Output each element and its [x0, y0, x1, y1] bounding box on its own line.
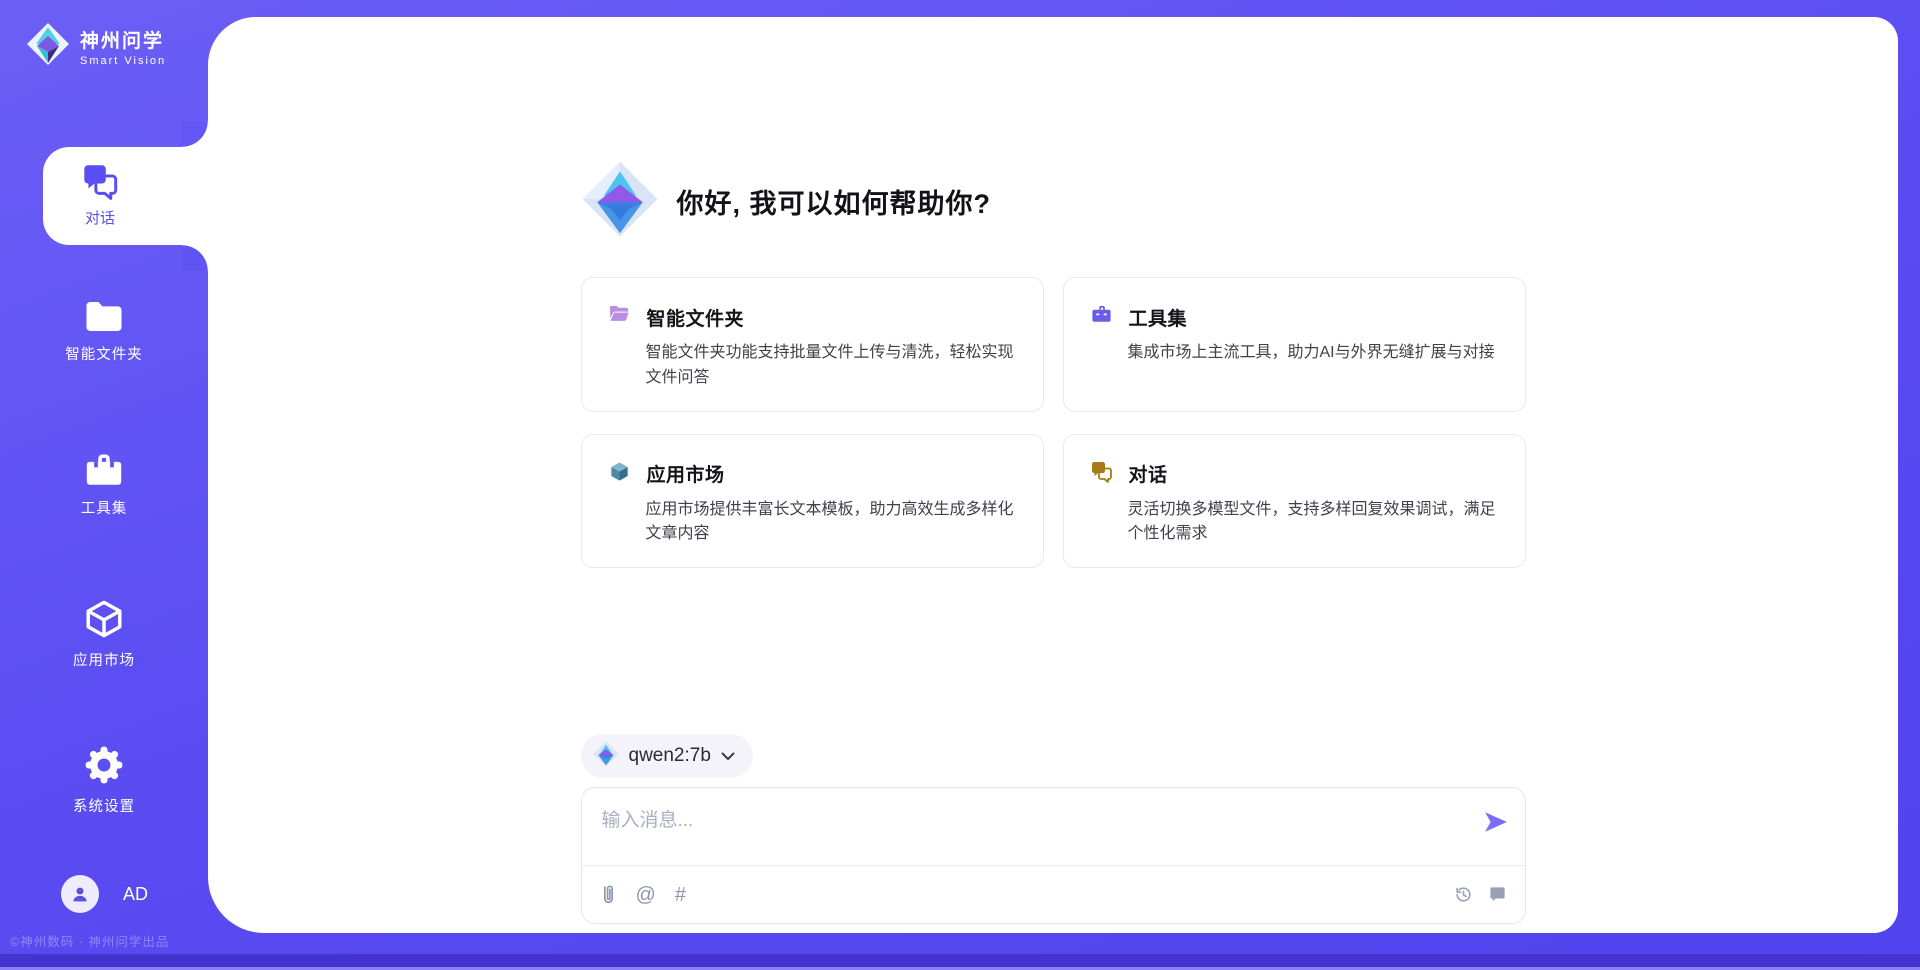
greeting-text: 你好, 我可以如何帮助你?	[677, 182, 992, 221]
page-bottom-strip	[0, 954, 1920, 967]
feature-cards: 智能文件夹 智能文件夹功能支持批量文件上传与清洗，轻松实现文件问答 工具集	[581, 277, 1526, 568]
history-icon	[1454, 885, 1473, 904]
cube-icon	[83, 598, 125, 640]
card-title: 工具集	[1129, 304, 1188, 331]
brand-diamond-logo-large	[581, 160, 659, 243]
app-name: 神州问学	[80, 26, 166, 53]
send-button[interactable]	[1483, 810, 1509, 837]
model-selector[interactable]: qwen2:7b	[581, 734, 753, 778]
new-chat-button[interactable]	[1488, 885, 1507, 904]
card-description: 灵活切换多模型文件，支持多样回复效果调试，满足个性化需求	[1128, 498, 1499, 548]
sidebar-item-smart-folder[interactable]: 智能文件夹	[0, 300, 208, 364]
message-composer: @ #	[581, 787, 1526, 924]
card-smart-folder[interactable]: 智能文件夹 智能文件夹功能支持批量文件上传与清洗，轻松实现文件问答	[581, 277, 1044, 412]
briefcase-icon	[1090, 303, 1113, 331]
send-icon	[1483, 810, 1509, 834]
chat-square-icon	[1488, 885, 1507, 904]
sidebar-item-label: 智能文件夹	[65, 343, 143, 364]
app-logo: 神州问学 Smart Vision	[26, 22, 166, 71]
app-subtitle: Smart Vision	[80, 55, 166, 67]
sidebar-item-label: 工具集	[81, 497, 128, 518]
history-button[interactable]	[1454, 885, 1473, 904]
card-chat[interactable]: 对话 灵活切换多模型文件，支持多样回复效果调试，满足个性化需求	[1063, 434, 1526, 569]
card-description: 智能文件夹功能支持批量文件上传与清洗，轻松实现文件问答	[646, 341, 1017, 391]
avatar	[61, 875, 99, 913]
model-name: qwen2:7b	[629, 745, 711, 767]
user-initials: AD	[123, 884, 148, 905]
gear-icon	[83, 744, 125, 786]
folder-icon	[84, 300, 124, 334]
sidebar-item-app-market[interactable]: 应用市场	[0, 598, 208, 670]
sidebar: 神州问学 Smart Vision 对话 智能文件夹 工具集	[0, 0, 208, 970]
sidebar-item-chat[interactable]: 对话	[43, 147, 208, 245]
sidebar-item-settings[interactable]: 系统设置	[0, 744, 208, 816]
greeting-block: 你好, 我可以如何帮助你?	[581, 160, 1526, 243]
model-selector-row: qwen2:7b	[581, 734, 1526, 778]
chat-icon	[1090, 460, 1113, 488]
chevron-down-icon	[721, 752, 735, 761]
mention-icon[interactable]: @	[636, 885, 656, 905]
sidebar-item-label: 系统设置	[73, 795, 135, 816]
blocks-icon	[608, 460, 631, 488]
card-toolset[interactable]: 工具集 集成市场上主流工具，助力AI与外界无缝扩展与对接	[1063, 277, 1526, 412]
paperclip-icon	[600, 884, 617, 906]
message-input[interactable]	[582, 788, 1362, 860]
topic-hash-icon[interactable]: #	[675, 885, 686, 905]
brand-diamond-logo-small	[593, 741, 619, 772]
card-app-market[interactable]: 应用市场 应用市场提供丰富长文本模板，助力高效生成多样化文章内容	[581, 434, 1044, 569]
folder-open-icon	[608, 303, 631, 331]
card-description: 集成市场上主流工具，助力AI与外界无缝扩展与对接	[1128, 341, 1499, 366]
sidebar-item-label: 应用市场	[73, 649, 135, 670]
card-title: 应用市场	[647, 460, 725, 487]
copyright-text: ©神州数码 · 神州问学出品	[10, 931, 169, 950]
chat-icon	[81, 162, 119, 200]
main-panel: 你好, 我可以如何帮助你? 智能文件夹 智能文件夹功能支持批量文件上传与清洗，轻…	[208, 17, 1898, 933]
sidebar-item-label: 对话	[85, 207, 115, 228]
sidebar-item-toolset[interactable]: 工具集	[0, 452, 208, 518]
card-title: 智能文件夹	[647, 304, 745, 331]
person-icon	[69, 883, 91, 905]
card-description: 应用市场提供丰富长文本模板，助力高效生成多样化文章内容	[646, 498, 1017, 548]
attach-file-button[interactable]	[600, 884, 617, 906]
composer-toolbar: @ #	[582, 865, 1525, 923]
user-account[interactable]: AD	[61, 875, 148, 913]
card-title: 对话	[1129, 460, 1168, 487]
chat-home-content: 你好, 我可以如何帮助你? 智能文件夹 智能文件夹功能支持批量文件上传与清洗，轻…	[581, 160, 1526, 924]
toolbox-icon	[84, 452, 124, 488]
brand-diamond-logo-sidebar	[26, 22, 70, 71]
